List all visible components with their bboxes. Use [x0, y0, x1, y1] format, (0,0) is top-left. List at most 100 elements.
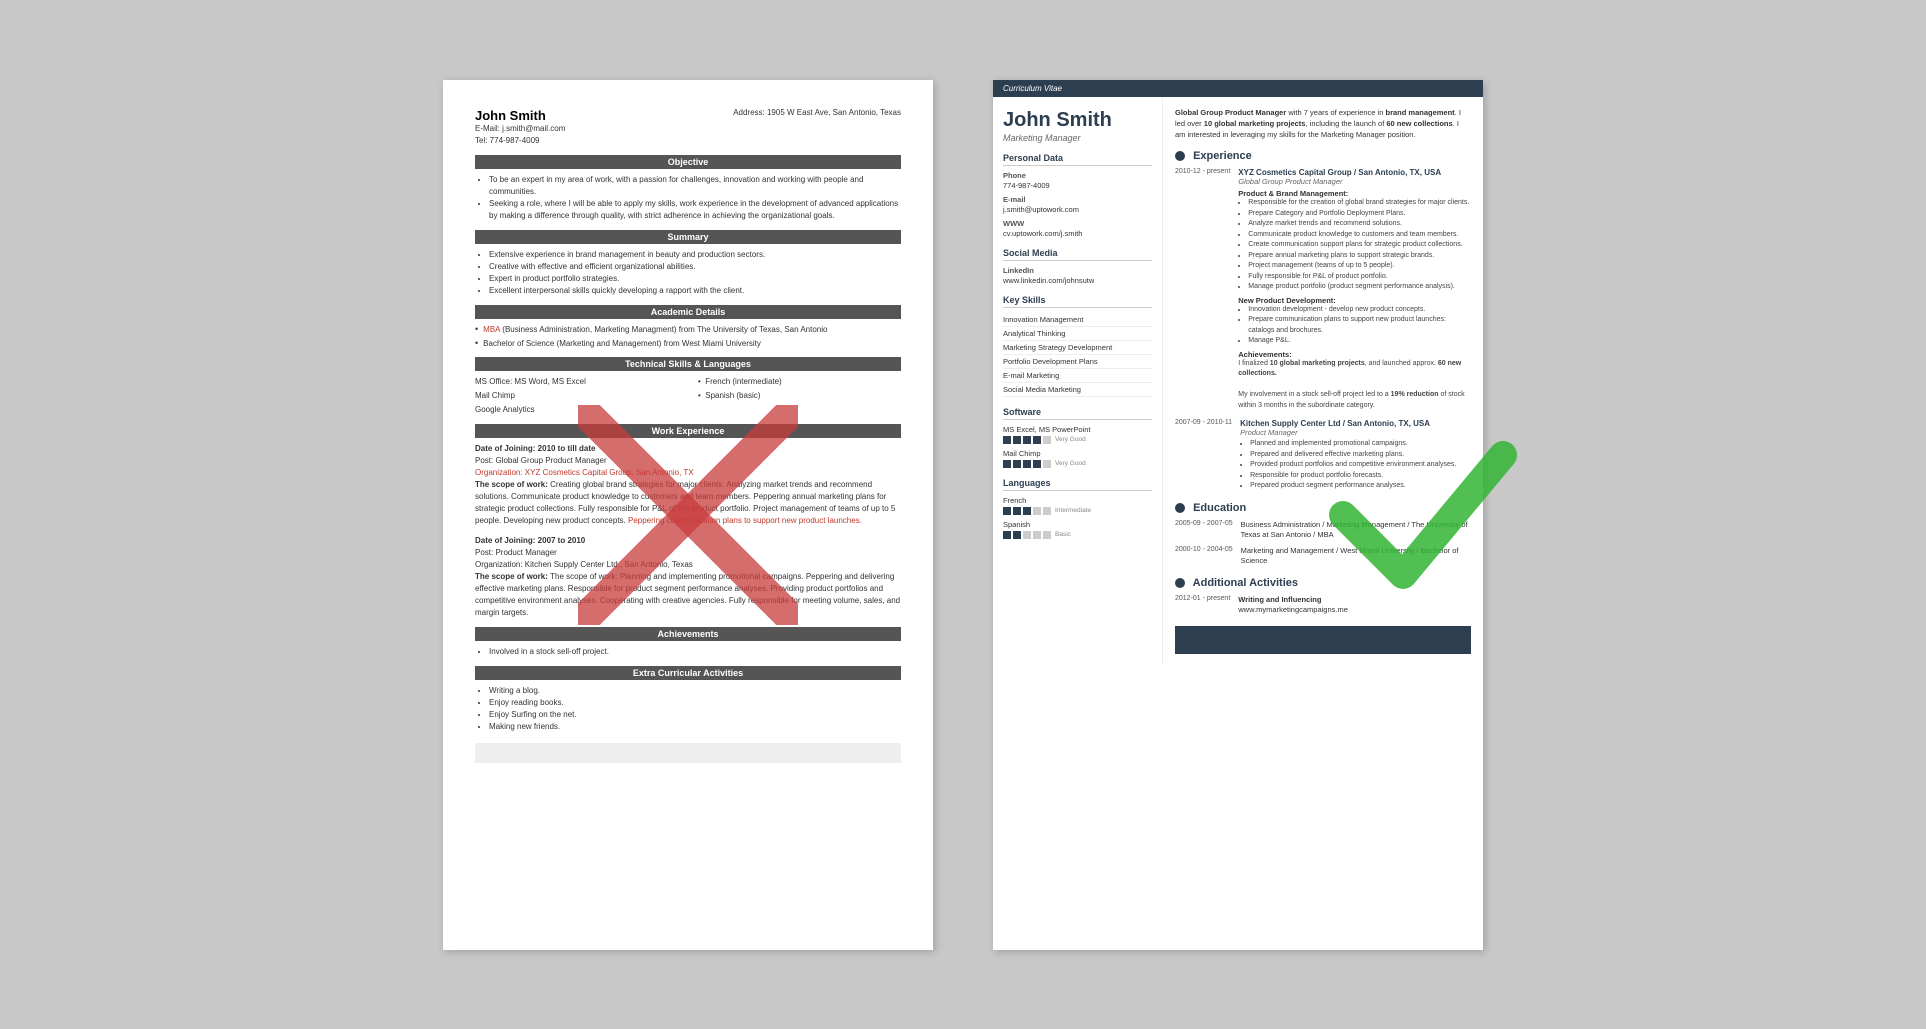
right-top-bar: Curriculum Vitae — [993, 80, 1483, 97]
left-skill-spanish: • Spanish (basic) — [698, 390, 901, 402]
edu-entry-2: 2000-10 - 2004-05 Marketing and Manageme… — [1175, 546, 1471, 567]
left-achievements-title: Achievements — [475, 627, 901, 641]
add-1-text: www.mymarketingcampaigns.me — [1238, 605, 1348, 616]
exp-1-achievements-text: I finalized 10 global marketing projects… — [1238, 359, 1471, 412]
left-extra-list: Writing a blog. Enjoy reading books. Enj… — [475, 685, 901, 733]
software-2-label: Mail Chimp — [1003, 449, 1152, 458]
www-label: WWW — [1003, 219, 1152, 228]
left-objective-item-1: To be an expert in my area of work, with… — [489, 174, 901, 198]
exp-1-sub2-b2: Prepare communication plans to support n… — [1248, 315, 1471, 336]
exp-1-sub2-b1: Innovation development - develop new pro… — [1248, 305, 1471, 316]
software-item-1: MS Excel, MS PowerPoint Very Good — [1003, 425, 1152, 444]
lang-2-label: Spanish — [1003, 520, 1152, 529]
exp-2-b5: Prepared product segment performance ana… — [1250, 481, 1456, 492]
linkedin-label: LinkedIn — [1003, 266, 1152, 275]
left-skill-mailchimp: Mail Chimp — [475, 390, 678, 402]
exp-2-job-title: Product Manager — [1240, 428, 1456, 437]
add-1-dates: 2012-01 - present — [1175, 595, 1230, 616]
exp-1-dates: 2010-12 - present — [1175, 168, 1230, 411]
exp-1-sub1-b7: Project management (teams of up to 5 peo… — [1248, 261, 1471, 272]
key-skill-1: Innovation Management — [1003, 313, 1152, 327]
left-objective-item-2: Seeking a role, where I will be able to … — [489, 198, 901, 222]
add-1-title: Writing and Influencing — [1238, 595, 1321, 604]
software-1-label: MS Excel, MS PowerPoint — [1003, 425, 1152, 434]
left-work-2-post: Post: Product Manager — [475, 547, 901, 559]
phone-label: Phone — [1003, 171, 1152, 180]
exp-1-sub1-b1: Responsible for the creation of global b… — [1248, 198, 1471, 209]
exp-2-b2: Prepared and delivered effective marketi… — [1250, 450, 1456, 461]
left-academic-item-1: • MBA (Business Administration, Marketin… — [475, 324, 901, 335]
linkedin-value: www.linkedin.com/johnsutw — [1003, 276, 1152, 285]
email-label: E-mail — [1003, 195, 1152, 204]
left-bottom-bar — [475, 743, 901, 763]
exp-1-sub1-b9: Manage product portfolio (product segmen… — [1248, 282, 1471, 293]
sq2 — [1013, 507, 1021, 515]
lang-item-1: French Intermediate — [1003, 496, 1152, 515]
sq4 — [1033, 436, 1041, 444]
sq5 — [1043, 507, 1051, 515]
left-skill-french: • French (intermediate) — [698, 376, 901, 388]
left-work-1-date: Date of Joining: 2010 to till date — [475, 444, 595, 453]
edu-2-content: Marketing and Management / West Miami Un… — [1241, 546, 1471, 567]
left-academic-text-2: Bachelor of Science (Marketing and Manag… — [483, 338, 761, 349]
left-work-title: Work Experience — [475, 424, 901, 438]
left-address: Address: 1905 W East Ave, San Antonio, T… — [733, 108, 901, 117]
key-skills-title: Key Skills — [1003, 295, 1152, 308]
left-objective-title: Objective — [475, 155, 901, 169]
software-item-2: Mail Chimp Very Good — [1003, 449, 1152, 468]
lang-item-2: Spanish Basic — [1003, 520, 1152, 539]
exp-1-sub1-list: Responsible for the creation of global b… — [1238, 198, 1471, 293]
email-value: j.smith@uptowork.com — [1003, 205, 1152, 214]
left-summary-item-3: Expert in product portfolio strategies. — [489, 273, 901, 285]
sq4 — [1033, 507, 1041, 515]
left-extra-2: Enjoy reading books. — [489, 697, 901, 709]
edu-entry-1: 2005-09 - 2007-05 Business Administratio… — [1175, 520, 1471, 541]
edu-1-dates: 2005-09 - 2007-05 — [1175, 520, 1233, 541]
exp-1-sub1-title: Product & Brand Management: — [1238, 189, 1471, 198]
exp-1-sub2-title: New Product Development: — [1238, 296, 1471, 305]
sq4 — [1033, 460, 1041, 468]
resume-left: John Smith E-Mail: j.smith@mail.com Tel:… — [443, 80, 933, 950]
education-title: Education — [1175, 502, 1471, 514]
phone-value: 774-987-4009 — [1003, 181, 1152, 190]
left-skill-google: Google Analytics — [475, 404, 678, 416]
sq4 — [1033, 531, 1041, 539]
left-header: John Smith E-Mail: j.smith@mail.com Tel:… — [475, 108, 901, 147]
left-phone: Tel: 774-987-4009 — [475, 135, 565, 147]
left-email: E-Mail: j.smith@mail.com — [475, 123, 565, 135]
right-name: John Smith — [1003, 109, 1152, 131]
personal-data-title: Personal Data — [1003, 153, 1152, 166]
exp-1-sub2-list: Innovation development - develop new pro… — [1238, 305, 1471, 347]
left-summary-item-4: Excellent interpersonal skills quickly d… — [489, 285, 901, 297]
right-name-block: John Smith Marketing Manager — [1003, 109, 1152, 143]
left-achievement-1: Involved in a stock sell-off project. — [489, 646, 901, 658]
exp-2-dates: 2007-09 - 2010-11 — [1175, 419, 1232, 492]
edu-2-dates: 2000-10 - 2004-05 — [1175, 546, 1233, 567]
key-skill-3: Marketing Strategy Development — [1003, 341, 1152, 355]
sq1 — [1003, 507, 1011, 515]
exp-1-sub1-b5: Create communication support plans for s… — [1248, 240, 1471, 251]
left-skill-ms: MS Office: MS Word, MS Excel — [475, 376, 678, 388]
left-extra-1: Writing a blog. — [489, 685, 901, 697]
key-skill-2: Analytical Thinking — [1003, 327, 1152, 341]
exp-entry-1: 2010-12 - present XYZ Cosmetics Capital … — [1175, 168, 1471, 411]
exp-1-sub3-title: Achievements: — [1238, 350, 1471, 359]
left-academic-title: Academic Details — [475, 305, 901, 319]
exp-1-sub1-b3: Analyze market trends and recommend solu… — [1248, 219, 1471, 230]
right-bottom-bar — [1175, 626, 1471, 654]
experience-title: Experience — [1175, 150, 1471, 162]
edu-1-content: Business Administration / Marketing Mana… — [1241, 520, 1471, 541]
sq5 — [1043, 460, 1051, 468]
right-main-content: Global Group Product Manager with 7 year… — [1163, 97, 1483, 664]
sq2 — [1013, 460, 1021, 468]
lang-1-level: Intermediate — [1055, 507, 1091, 514]
lang-1-bar: Intermediate — [1003, 507, 1152, 515]
left-summary-item-1: Extensive experience in brand management… — [489, 249, 901, 261]
exp-2-b1: Planned and implemented promotional camp… — [1250, 439, 1456, 450]
exp-2-content: Kitchen Supply Center Ltd / San Antonio,… — [1240, 419, 1456, 492]
sq2 — [1013, 436, 1021, 444]
edu-2-text: Marketing and Management / West Miami Un… — [1241, 546, 1471, 567]
resume-right: Curriculum Vitae John Smith Marketing Ma… — [993, 80, 1483, 950]
right-summary: Global Group Product Manager with 7 year… — [1175, 107, 1471, 141]
left-extra-title: Extra Curricular Activities — [475, 666, 901, 680]
